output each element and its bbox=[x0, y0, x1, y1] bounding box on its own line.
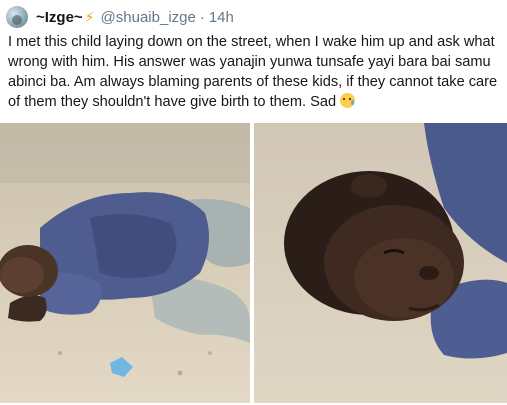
separator-dot: · bbox=[199, 8, 205, 26]
child-face-photo bbox=[254, 123, 507, 403]
tweet-media bbox=[0, 123, 507, 405]
lightning-bolt-icon: ⚡ bbox=[84, 8, 95, 25]
child-lying-photo bbox=[0, 123, 250, 403]
tweet-photo-1[interactable] bbox=[0, 123, 250, 403]
tweet-header: ~Izge~ ⚡ @shuaib_izge · 14h bbox=[6, 4, 234, 30]
avatar[interactable] bbox=[6, 6, 28, 28]
tweet-text: I met this child laying down on the stre… bbox=[8, 34, 498, 110]
timestamp[interactable]: 14h bbox=[209, 9, 234, 26]
tweet-text-container: I met this child laying down on the stre… bbox=[8, 32, 500, 112]
user-handle[interactable]: @shuaib_izge bbox=[101, 9, 196, 26]
display-name[interactable]: ~Izge~ bbox=[36, 9, 83, 26]
tweet-photo-2[interactable] bbox=[254, 123, 507, 403]
tweet-card: ~Izge~ ⚡ @shuaib_izge · 14h I met this c… bbox=[0, 0, 507, 405]
crying-face-emoji-icon bbox=[340, 93, 356, 108]
